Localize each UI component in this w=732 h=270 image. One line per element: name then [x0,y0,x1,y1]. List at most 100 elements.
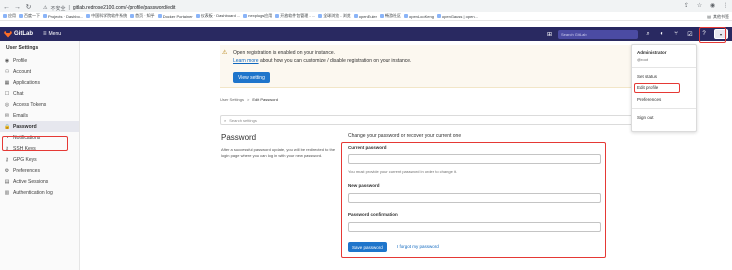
merge-requests-icon[interactable]: ⑂ [672,31,680,37]
sidebar-item-applications[interactable]: ▦ Applications [0,77,79,88]
menu-button[interactable]: ≡ Menu [43,31,61,37]
search-icon: ⌕ [224,117,227,123]
other-bookmarks-label: 其他书签 [713,13,729,19]
bookmark-label: 全球浏览 - 浏览 [323,13,351,18]
gitlab-logo[interactable]: GitLab [4,30,33,38]
bookmark-favicon-icon [436,14,441,18]
share-icon[interactable]: ⇪ [683,3,690,10]
bookmark-item[interactable]: 百度一下 [19,13,40,19]
bookmark-label: openEuler [358,13,377,19]
sidebar-item-label: Chat [13,90,24,97]
other-bookmarks[interactable]: ▤ 其他书签 [707,12,729,21]
forgot-password-link[interactable]: I forgot my password [397,244,439,249]
new-password-field[interactable] [348,193,601,203]
set-status-item[interactable]: Set status [637,74,657,79]
bookmark-label: 开放软件包管理 - ... [280,13,316,18]
gitlab-logo-text: GitLab [14,31,33,37]
save-password-button[interactable]: Save password [348,242,387,252]
account-circle-icon[interactable]: ◉ [709,3,716,10]
preferences-item[interactable]: Preferences [637,97,661,102]
bookmark-item[interactable]: openGauss | open... [436,14,478,19]
warning-icon: ⚠ [222,50,228,56]
bookmark-favicon-icon [353,14,358,18]
sidebar-item-authentication-log[interactable]: ▥ Authentication log [0,187,79,198]
alert-body-text: about how you can customize / disable re… [258,58,412,64]
password-confirmation-field[interactable] [348,222,601,232]
lock-icon: 🔒 [4,123,11,130]
bookmark-item[interactable]: 应用 [3,13,16,19]
bookmark-item[interactable]: nexplugs应用 [243,13,272,19]
bookmark-item[interactable]: openLooKeng [404,14,434,19]
breadcrumb-separator: > [247,97,250,102]
bookmark-label: 仪表板 · Dashboard ... [200,13,241,18]
search-settings-input[interactable]: ⌕ Search settings [220,115,685,125]
key-icon: ⚷ [5,156,9,163]
search-icon[interactable]: ⌕ [644,31,652,38]
account-icon: ⚇ [4,68,10,75]
back-icon[interactable]: ← [3,4,10,11]
bookmark-item[interactable]: 仪表板 · Dashboard ... [195,13,241,19]
bookmark-item[interactable]: 中国科学院软件系统 [86,13,127,19]
learn-more-link[interactable]: Learn more [233,58,259,64]
sidebar-item-gpg-keys[interactable]: ⚷ GPG Keys [0,154,79,165]
forward-icon[interactable]: → [14,4,21,11]
applications-icon: ▦ [4,79,10,86]
sidebar-item-label: Preferences [13,167,40,174]
security-label: 不安全 [50,5,66,12]
bookmark-item[interactable]: openEuler [353,13,377,19]
sign-out-item[interactable]: Sign out [637,115,654,120]
edit-profile-highlight-box [634,83,680,93]
breadcrumb-parent[interactable]: User Settings [220,97,244,102]
sidebar-item-password[interactable]: 🔒 Password [0,121,79,132]
password-section-title: Password [221,133,257,142]
bookmark-item[interactable]: 全球浏览 - 浏览 [318,13,351,19]
current-password-field[interactable] [348,154,601,164]
reload-icon[interactable]: ↻ [25,4,32,11]
sidebar-item-account[interactable]: ⚇ Account [0,66,79,77]
profile-icon: ◉ [4,57,10,64]
bookmarks-bar: 应用 百度一下 Projects · Dashbo... 中国科学院软件系统 首页 · … [0,12,732,21]
bookmark-favicon-icon [380,14,384,18]
sidebar-item-active-sessions[interactable]: ▤ Active Sessions [0,176,79,187]
bookmark-item[interactable]: 开放软件包管理 - ... [275,13,315,19]
bookmark-favicon-icon [130,14,135,18]
bookmark-favicon-icon [43,14,47,18]
sidebar-item-emails[interactable]: ✉ Emails [0,110,79,121]
more-menu-icon[interactable]: ⋮ [722,3,729,10]
url-text: gitlab.redrose2100.com/-/profile/passwor… [72,5,176,11]
bookmark-favicon-icon [3,14,7,18]
sidebar-item-preferences[interactable]: ⚙ Preferences [0,165,79,176]
bookmark-item[interactable]: 首页 · 知乎 [130,13,155,19]
search-gitlab-input[interactable]: Search GitLab [558,29,638,39]
bookmark-favicon-icon [318,14,323,18]
bookmark-label: openLooKeng [409,13,434,19]
sidebar-item-chat[interactable]: ☐ Chat [0,88,79,99]
folder-icon: ▤ [707,14,711,19]
current-password-label: Current password [348,145,387,150]
sidebar-item-profile[interactable]: ◉ Profile [0,55,79,66]
new-item-icon[interactable]: ⊞ [547,31,552,38]
bookmark-favicon-icon [19,14,23,18]
dropdown-user-name: Administrator [637,50,667,55]
sidebar-item-label: Applications [13,79,40,86]
bookmark-label: 首页 · 知乎 [135,13,155,18]
star-icon[interactable]: ☆ [696,3,703,10]
dropdown-username: @root [637,57,648,62]
bookmark-label: Projects · Dashbo... [48,13,84,19]
sidebar-item-access-tokens[interactable]: ◎ Access Tokens [0,99,79,110]
current-password-help: You must provide your current password i… [348,169,458,174]
sidebar-item-label: Emails [13,112,29,119]
bookmark-favicon-icon [195,14,200,18]
bookmark-label: 中国科学院软件系统 [91,13,128,18]
bookmark-item[interactable]: 畅游社区 [380,13,401,19]
sidebar-title: User Settings [6,45,39,51]
todos-icon[interactable]: ☑ [686,31,694,38]
separator: | [68,5,70,11]
bookmark-item[interactable]: Docker Portainer [157,14,193,19]
gitlab-header: GitLab ≡ Menu ⊞ Search GitLab ⌕ ◐ ⑂ ☑ ? … [0,27,732,41]
bookmark-label: 百度一下 [24,13,40,18]
view-setting-button[interactable]: View setting [233,72,270,83]
sidebar-item-label: Active Sessions [13,178,49,185]
bookmark-item[interactable]: Projects · Dashbo... [43,14,83,19]
issues-icon[interactable]: ◐ [658,31,666,37]
